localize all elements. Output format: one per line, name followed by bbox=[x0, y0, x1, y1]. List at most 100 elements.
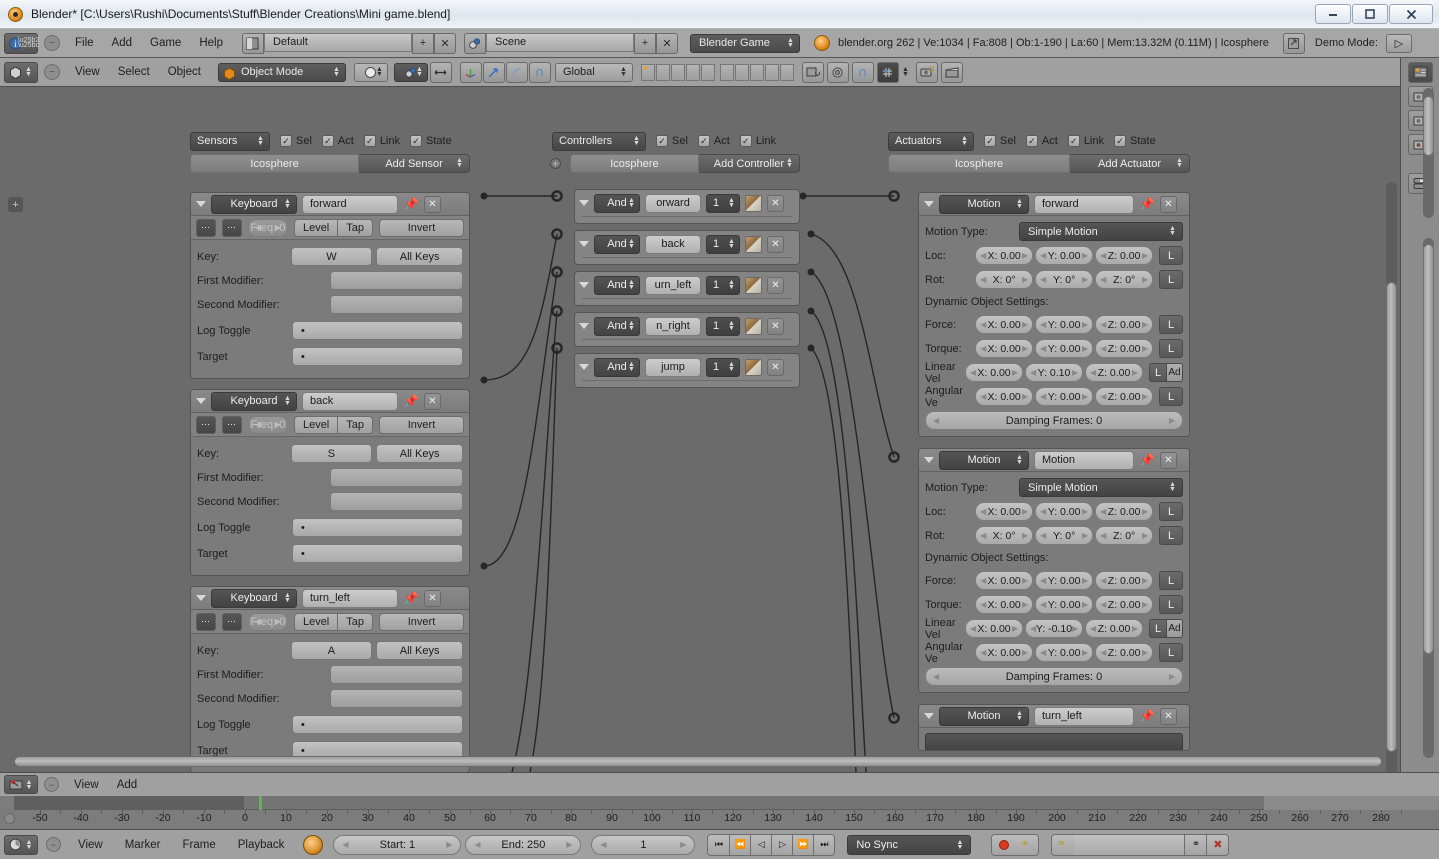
controller-script-icon[interactable] bbox=[745, 194, 762, 212]
pivot-point-select[interactable]: ▲ ▼ bbox=[393, 62, 428, 82]
force-z-field[interactable]: ◀ Z: 0.00 ▶ bbox=[1095, 571, 1154, 590]
torque-y-field[interactable]: ◀ Y: 0.00 ▶ bbox=[1035, 339, 1094, 358]
menu-help[interactable]: Help bbox=[190, 29, 232, 58]
loc-y-field[interactable]: ◀ Y: 0.00 ▶ bbox=[1035, 246, 1094, 265]
level-button[interactable]: Level bbox=[294, 416, 338, 433]
sensors-filter-act[interactable]: ✓ Act bbox=[321, 135, 354, 147]
minimize-button[interactable] bbox=[1315, 4, 1351, 24]
scene-add-button[interactable]: + bbox=[633, 32, 656, 54]
scene-delete-button[interactable]: ✕ bbox=[655, 32, 678, 54]
collapse-triangle-icon[interactable] bbox=[196, 398, 206, 404]
timeline-menu-add[interactable]: Add bbox=[108, 773, 146, 797]
controller-type-select[interactable]: And ▲ ▼ bbox=[594, 193, 640, 213]
screen-layout-add-button[interactable]: + bbox=[411, 32, 434, 54]
loc-z-field[interactable]: ◀ Z: 0.00 ▶ bbox=[1095, 246, 1154, 265]
invert-button[interactable]: Invert bbox=[379, 415, 464, 434]
second-modifier-value[interactable] bbox=[330, 492, 463, 511]
linv-y-field[interactable]: ◀ Y: 0.10 ▶ bbox=[1025, 363, 1083, 382]
keying-set-field[interactable] bbox=[1074, 834, 1185, 855]
insert-keyframe-icon[interactable]: ⚭ bbox=[1184, 834, 1207, 855]
actuators-type-select[interactable]: Actuators ▲ ▼ bbox=[888, 131, 974, 151]
scene-name[interactable]: Scene bbox=[485, 32, 634, 52]
delete-actuator-button[interactable]: ✕ bbox=[1160, 195, 1177, 213]
collapse-triangle-icon[interactable] bbox=[196, 201, 206, 207]
linv-x-field[interactable]: ◀ X: 0.00 ▶ bbox=[965, 363, 1023, 382]
sensor-freq-field[interactable]: ◀ Freq: 0 ▶ bbox=[248, 612, 288, 631]
collapse-triangle-icon[interactable] bbox=[924, 201, 934, 207]
snap-chevron-icon[interactable]: ▲ ▼ bbox=[901, 66, 910, 78]
actuator-name-field[interactable]: Motion bbox=[1034, 450, 1134, 470]
playback-menu-marker[interactable]: Marker bbox=[116, 830, 170, 859]
layer-cell[interactable] bbox=[655, 63, 670, 81]
fullscreen-icon[interactable] bbox=[1282, 32, 1305, 54]
screen-layout-name[interactable]: Default bbox=[263, 32, 412, 52]
controller-name-field[interactable]: urn_left bbox=[645, 275, 701, 295]
add-camera-icon[interactable] bbox=[915, 61, 938, 83]
sensor-freq-field[interactable]: ◀ Freq: 0 ▶ bbox=[248, 218, 288, 237]
loc-local-toggle[interactable]: L bbox=[1159, 502, 1183, 521]
snap-target-icon[interactable] bbox=[876, 61, 899, 83]
collapse-triangle-icon[interactable] bbox=[579, 282, 589, 288]
controllers-filter-link[interactable]: ✓ Link bbox=[739, 135, 776, 147]
controllers-filter-act[interactable]: ✓ Act bbox=[697, 135, 730, 147]
menu-file[interactable]: File bbox=[66, 29, 103, 58]
collapse-menu-icon[interactable]: − bbox=[44, 35, 60, 51]
delete-controller-button[interactable]: ✕ bbox=[767, 276, 784, 294]
viewport-shading-select[interactable]: ▲ ▼ bbox=[353, 62, 388, 82]
menu-add[interactable]: Add bbox=[103, 29, 141, 58]
rot-y-field[interactable]: ◀ Y: 0° ▶ bbox=[1035, 526, 1094, 545]
actuators-filter-sel[interactable]: ✓ Sel bbox=[984, 135, 1016, 147]
delete-controller-button[interactable]: ✕ bbox=[767, 235, 784, 253]
playback-menu-view[interactable]: View bbox=[69, 830, 112, 859]
render-preview-icon[interactable] bbox=[826, 61, 849, 83]
actuators-object-name[interactable]: Icosphere bbox=[888, 154, 1070, 173]
torque-local-toggle[interactable]: L bbox=[1159, 595, 1183, 614]
layer-cell[interactable] bbox=[685, 63, 700, 81]
delete-sensor-button[interactable]: ✕ bbox=[424, 589, 441, 607]
sensor-freq-field[interactable]: ◀ Freq: 0 ▶ bbox=[248, 415, 288, 434]
key-value[interactable]: A bbox=[290, 641, 373, 660]
collapse-triangle-icon[interactable] bbox=[196, 595, 206, 601]
actuator-type-select[interactable]: Motion ▲ ▼ bbox=[939, 194, 1029, 214]
force-y-field[interactable]: ◀ Y: 0.00 ▶ bbox=[1035, 571, 1094, 590]
controller-state-field[interactable]: 1 ▲ ▼ bbox=[706, 275, 740, 295]
pin-icon[interactable]: 📌 bbox=[403, 196, 419, 212]
auto-keyframe-icon[interactable] bbox=[303, 834, 324, 855]
target-value[interactable]: • bbox=[292, 544, 463, 563]
logic-vertical-scrollbar[interactable] bbox=[1386, 182, 1397, 772]
delete-sensor-button[interactable]: ✕ bbox=[424, 392, 441, 410]
rot-z-field[interactable]: ◀ Z: 0° ▶ bbox=[1095, 526, 1154, 545]
actuators-filter-act[interactable]: ✓ Act bbox=[1025, 135, 1058, 147]
log-toggle-value[interactable]: • bbox=[292, 321, 463, 340]
tap-button[interactable]: Tap bbox=[337, 613, 372, 630]
menu-select[interactable]: Select bbox=[109, 58, 159, 86]
linv-local-toggle[interactable]: L bbox=[1149, 363, 1167, 382]
controller-type-select[interactable]: And ▲ ▼ bbox=[594, 275, 640, 295]
controllers-add-socket-icon[interactable]: + bbox=[550, 158, 561, 169]
magnet-snap-icon[interactable] bbox=[528, 61, 551, 83]
rot-z-field[interactable]: ◀ Z: 0° ▶ bbox=[1095, 270, 1154, 289]
actuators-filter-link[interactable]: ✓ Link bbox=[1067, 135, 1104, 147]
menu-game[interactable]: Game bbox=[141, 29, 190, 58]
first-modifier-value[interactable] bbox=[330, 271, 463, 290]
rot-y-field[interactable]: ◀ Y: 0° ▶ bbox=[1035, 270, 1094, 289]
collapse-triangle-icon[interactable] bbox=[924, 457, 934, 463]
force-z-field[interactable]: ◀ Z: 0.00 ▶ bbox=[1095, 315, 1154, 334]
properties-tab-render-icon[interactable] bbox=[1407, 62, 1433, 83]
controller-name-field[interactable]: n_right bbox=[645, 316, 701, 336]
timeline-frame-band[interactable] bbox=[14, 796, 1439, 810]
controller-state-field[interactable]: 1 ▲ ▼ bbox=[706, 316, 740, 336]
loc-local-toggle[interactable]: L bbox=[1159, 246, 1183, 265]
motion-type-select[interactable]: Simple Motion ▲ ▼ bbox=[1019, 222, 1183, 241]
controllers-object-name[interactable]: Icosphere bbox=[570, 154, 699, 173]
angv-local-toggle[interactable]: L bbox=[1159, 387, 1183, 406]
sync-mode-select[interactable]: No Sync ▲ ▼ bbox=[847, 834, 972, 855]
delete-keyframe-icon[interactable]: ✖ bbox=[1206, 834, 1229, 855]
add-controller-button[interactable]: Add Controller ▲ ▼ bbox=[698, 154, 800, 173]
render-engine-select[interactable]: Blender Game ▲ ▼ bbox=[689, 33, 800, 53]
sensor-name-field[interactable]: turn_left bbox=[302, 588, 398, 608]
all-keys-button[interactable]: All Keys bbox=[376, 641, 463, 660]
controller-name-field[interactable]: jump bbox=[645, 357, 701, 377]
damping-frames-field[interactable]: ◀ Damping Frames: 0 ▶ bbox=[925, 667, 1183, 686]
play-button[interactable]: ▷ bbox=[771, 834, 793, 855]
